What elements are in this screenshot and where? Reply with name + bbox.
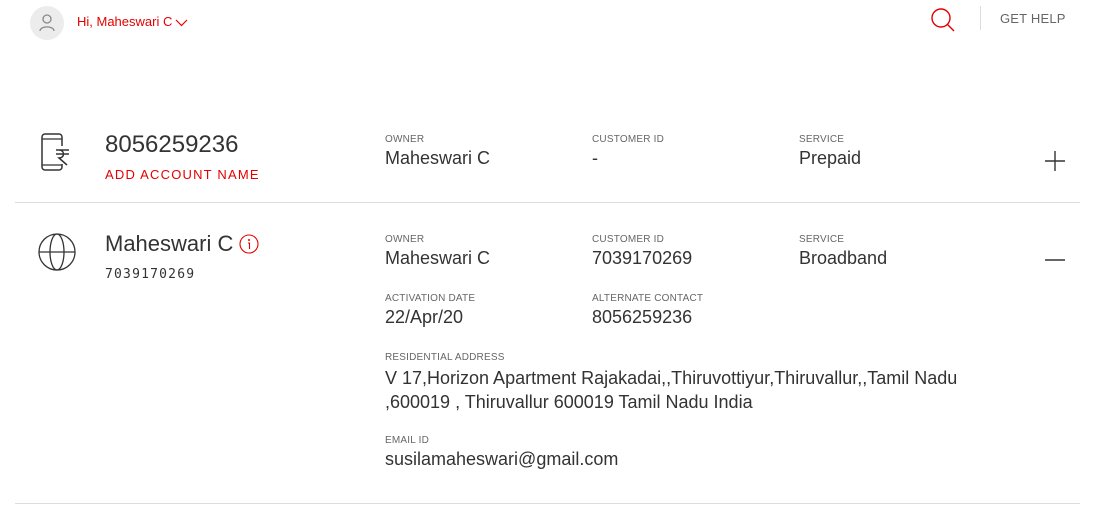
service-field: SERVICE Prepaid [799, 134, 861, 169]
activation-date-value: 22/Apr/20 [385, 307, 464, 327]
customer-id-field: CUSTOMER ID 7039170269 [592, 234, 692, 269]
account-row-prepaid: 8056259236 ADD ACCOUNT NAME OWNER Mahesw… [15, 120, 1080, 203]
info-icon[interactable] [239, 234, 259, 254]
customer-id-label: CUSTOMER ID [592, 234, 665, 245]
owner-value: Maheswari C [385, 248, 491, 268]
service-field: SERVICE Broadband [799, 234, 887, 269]
owner-field: OWNER Maheswari C [385, 134, 490, 169]
customer-id-label: CUSTOMER ID [592, 134, 665, 145]
account-row-broadband: Maheswari C 7039170269 OWNER Maheswari C… [15, 203, 1080, 504]
add-account-name-link[interactable]: ADD ACCOUNT NAME [105, 167, 260, 182]
owner-label: OWNER [385, 234, 425, 245]
search-icon[interactable] [930, 7, 956, 33]
service-label: SERVICE [799, 234, 845, 245]
chevron-down-icon [175, 19, 188, 26]
mobile-rupee-icon [41, 133, 71, 171]
account-number: 8056259236 [105, 131, 239, 158]
header-divider [980, 6, 981, 30]
owner-label: OWNER [385, 134, 425, 145]
globe-icon [38, 233, 76, 271]
alternate-contact-label: ALTERNATE CONTACT [592, 293, 704, 304]
owner-field: OWNER Maheswari C [385, 234, 490, 269]
top-header: Hi, Maheswari C GET HELP [0, 0, 1094, 60]
customer-id-field: CUSTOMER ID - [592, 134, 664, 169]
minus-icon[interactable] [1044, 259, 1066, 261]
email-field: EMAIL ID susilamaheswari@gmail.com [385, 435, 618, 470]
alternate-contact-field: ALTERNATE CONTACT 8056259236 [592, 293, 703, 328]
residential-address-field: RESIDENTIAL ADDRESS V 17,Horizon Apartme… [385, 352, 985, 414]
customer-id-value: 7039170269 [592, 248, 693, 268]
residential-address-value: V 17,Horizon Apartment Rajakadai,,Thiruv… [385, 368, 958, 412]
user-icon[interactable] [30, 6, 64, 40]
greeting-text: Hi, Maheswari C [77, 14, 173, 29]
user-menu[interactable]: Hi, Maheswari C [77, 14, 188, 29]
account-name: Maheswari C [105, 231, 259, 257]
activation-date-label: ACTIVATION DATE [385, 293, 476, 304]
customer-id-value: - [592, 148, 598, 168]
service-label: SERVICE [799, 134, 845, 145]
get-help-link[interactable]: GET HELP [1000, 11, 1066, 26]
activation-date-field: ACTIVATION DATE 22/Apr/20 [385, 293, 475, 328]
email-label: EMAIL ID [385, 435, 430, 446]
account-number: 7039170269 [105, 267, 196, 282]
plus-icon[interactable] [1044, 150, 1066, 172]
service-value: Prepaid [799, 148, 862, 168]
service-value: Broadband [799, 248, 888, 268]
email-value: susilamaheswari@gmail.com [385, 449, 619, 469]
residential-address-label: RESIDENTIAL ADDRESS [385, 352, 505, 363]
alternate-contact-value: 8056259236 [592, 307, 693, 327]
account-name-text: Maheswari C [105, 231, 234, 256]
owner-value: Maheswari C [385, 148, 491, 168]
